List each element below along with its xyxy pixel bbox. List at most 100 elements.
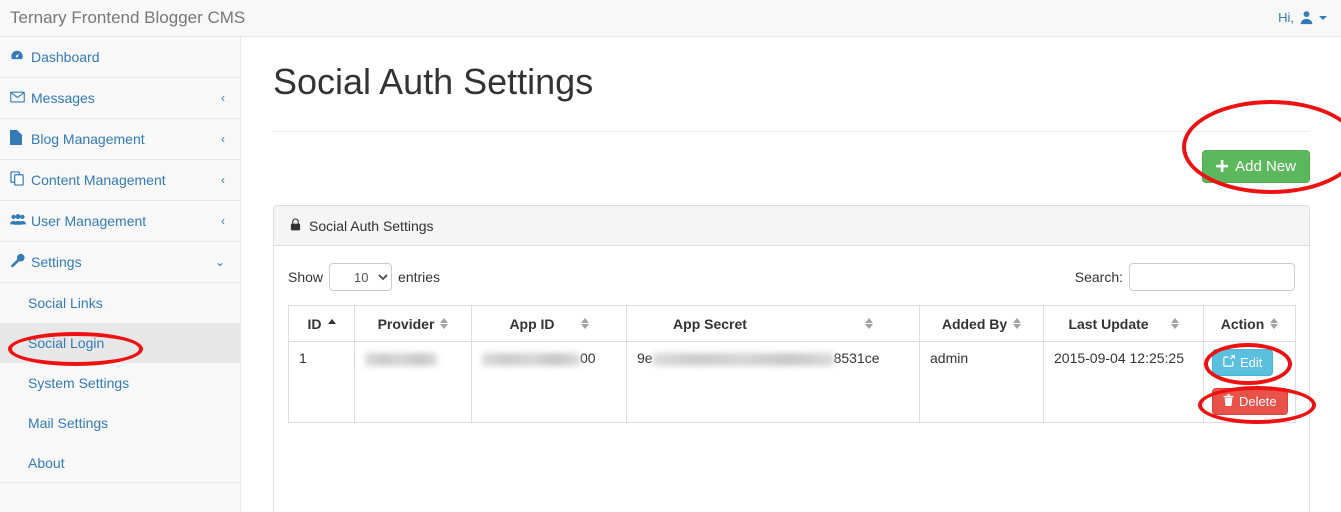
cell-app-id-suffix: 00 — [580, 350, 596, 366]
sidebar-sub-label: Social Links — [28, 295, 103, 311]
table-head: ID Provider App ID App Secret Added By L… — [288, 305, 1296, 342]
sidebar-item-system-settings[interactable]: System Settings — [0, 363, 240, 403]
column-header-id[interactable]: ID — [288, 305, 355, 342]
chevron-left-icon: ‹ — [221, 132, 225, 146]
user-icon — [1299, 10, 1314, 27]
panel-title: Social Auth Settings — [309, 217, 434, 234]
length-control: Show 10 25 50 100 entries — [288, 263, 440, 291]
sort-both-icon — [864, 317, 873, 330]
cell-action: Edit Delete — [1203, 341, 1296, 423]
sidebar-item-about[interactable]: About — [0, 443, 240, 483]
table-body: 1 00 9e 8531ce admin 2015-09-04 12:25:25 — [288, 341, 1296, 423]
chevron-left-icon: ‹ — [221, 214, 225, 228]
search-control: Search: — [1075, 263, 1295, 291]
add-new-button[interactable]: Add New — [1202, 150, 1310, 183]
cell-app-secret-suffix: 8531ce — [833, 350, 880, 366]
sidebar-item-label: Settings — [31, 254, 82, 270]
chevron-down-icon: ⌄ — [214, 255, 225, 269]
column-header-app-id[interactable]: App ID — [471, 305, 627, 342]
column-label: App ID — [509, 315, 555, 332]
sidebar-item-label: Content Management — [31, 172, 166, 188]
entries-select[interactable]: 10 25 50 100 — [329, 263, 393, 291]
top-navbar: Ternary Frontend Blogger CMS Hi, — [0, 0, 1341, 37]
redacted-provider — [365, 352, 437, 366]
user-menu[interactable]: Hi, — [1278, 0, 1327, 36]
show-label: Show — [288, 269, 324, 285]
delete-button[interactable]: Delete — [1212, 388, 1288, 415]
cell-app-secret: 9e 8531ce — [626, 341, 920, 423]
entries-label: entries — [398, 269, 441, 285]
sidebar-item-settings[interactable]: Settings ⌄ — [0, 242, 240, 283]
main-content: Social Auth Settings Add New Social Auth… — [242, 37, 1341, 512]
lock-icon — [290, 217, 301, 234]
users-icon — [10, 213, 31, 229]
redacted-app-id — [482, 352, 580, 366]
sidebar-item-mail-settings[interactable]: Mail Settings — [0, 403, 240, 443]
chevron-down-icon — [1319, 16, 1327, 20]
app-brand[interactable]: Ternary Frontend Blogger CMS — [10, 0, 245, 36]
copy-icon — [10, 171, 31, 189]
cell-added-by: admin — [919, 341, 1044, 423]
sidebar-item-label: Dashboard — [31, 49, 100, 65]
wrench-icon — [10, 253, 31, 271]
sidebar-item-dashboard[interactable]: Dashboard — [0, 37, 240, 78]
column-label: ID — [307, 315, 322, 332]
panel-body: Show 10 25 50 100 entries Search: — [274, 246, 1309, 423]
cell-id: 1 — [288, 341, 355, 423]
add-new-label: Add New — [1235, 158, 1296, 175]
column-header-last-update[interactable]: Last Update — [1043, 305, 1204, 342]
sidebar-item-label: User Management — [31, 213, 147, 229]
sort-both-icon — [1170, 317, 1179, 330]
sidebar-item-social-login[interactable]: Social Login — [0, 323, 240, 363]
sort-both-icon — [580, 317, 589, 330]
column-header-added-by[interactable]: Added By — [919, 305, 1044, 342]
file-icon — [10, 130, 31, 148]
edit-label: Edit — [1240, 355, 1263, 370]
page-title: Social Auth Settings — [273, 61, 594, 102]
social-auth-table: ID Provider App ID App Secret Added By L… — [288, 305, 1296, 423]
sort-both-icon — [1013, 317, 1022, 330]
envelope-icon — [10, 91, 31, 106]
redacted-app-secret — [652, 352, 834, 366]
datatable-controls: Show 10 25 50 100 entries Search: — [288, 260, 1295, 294]
sidebar-sub-label: System Settings — [28, 375, 130, 391]
sidebar-item-label: Blog Management — [31, 131, 145, 147]
cell-provider — [354, 341, 472, 423]
sidebar-item-messages[interactable]: Messages ‹ — [0, 78, 240, 119]
sidebar-item-blog-management[interactable]: Blog Management ‹ — [0, 119, 240, 160]
column-label: App Secret — [673, 315, 747, 332]
sidebar-menu: Dashboard Messages ‹ Blog Management ‹ C… — [0, 37, 240, 483]
search-input[interactable] — [1129, 263, 1295, 291]
panel-header: Social Auth Settings — [274, 206, 1309, 246]
plus-icon — [1216, 159, 1229, 175]
sidebar-sub-label: Mail Settings — [28, 415, 109, 431]
column-header-app-secret[interactable]: App Secret — [626, 305, 920, 342]
sidebar: Dashboard Messages ‹ Blog Management ‹ C… — [0, 37, 241, 512]
greeting-label: Hi, — [1278, 10, 1294, 25]
sidebar-sub-label: Social Login — [28, 335, 105, 351]
cell-app-id: 00 — [471, 341, 627, 423]
pencil-square-icon — [1223, 355, 1235, 370]
column-header-action[interactable]: Action — [1203, 305, 1296, 342]
sidebar-item-social-links[interactable]: Social Links — [0, 283, 240, 323]
column-label: Added By — [941, 315, 1008, 332]
sidebar-item-content-management[interactable]: Content Management ‹ — [0, 160, 240, 201]
sidebar-item-label: Messages — [31, 90, 95, 106]
column-label: Last Update — [1068, 315, 1149, 332]
sort-both-icon — [440, 317, 449, 330]
table-header-row: ID Provider App ID App Secret Added By L… — [288, 305, 1296, 342]
trash-icon — [1223, 394, 1234, 409]
sort-ascending-icon — [327, 317, 336, 330]
dashboard-icon — [10, 49, 31, 66]
cell-last-update: 2015-09-04 12:25:25 — [1043, 341, 1204, 423]
column-header-provider[interactable]: Provider — [354, 305, 472, 342]
table-row: 1 00 9e 8531ce admin 2015-09-04 12:25:25 — [288, 341, 1296, 423]
sidebar-sub-label: About — [28, 454, 65, 471]
search-label: Search: — [1074, 269, 1123, 285]
edit-button[interactable]: Edit — [1212, 349, 1274, 376]
sidebar-item-user-management[interactable]: User Management ‹ — [0, 201, 240, 242]
column-label: Action — [1220, 315, 1265, 332]
delete-label: Delete — [1239, 394, 1277, 409]
cell-app-secret-prefix: 9e — [637, 350, 653, 366]
sort-both-icon — [1270, 317, 1279, 330]
